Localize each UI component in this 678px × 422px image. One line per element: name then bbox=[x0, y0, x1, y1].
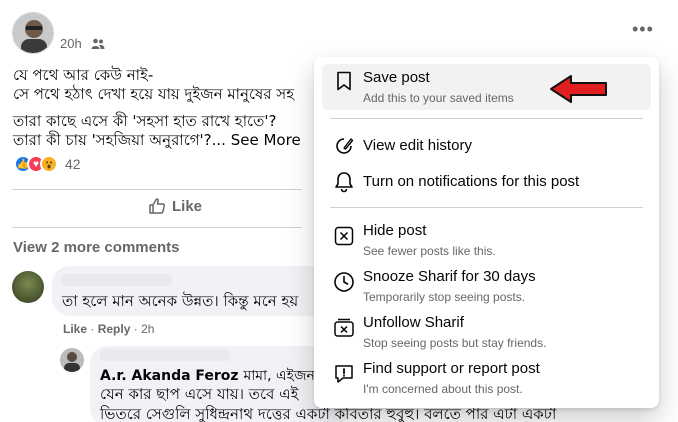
post-line: তারা কাছে এসে কী 'সহসা হাত রাখে হাতে'? bbox=[13, 112, 277, 130]
wow-reaction-icon bbox=[40, 155, 58, 173]
report-flag-icon bbox=[332, 362, 356, 386]
menu-item-title: Snooze Sharif for 30 days bbox=[363, 268, 536, 285]
menu-item-subtitle: Add this to your saved items bbox=[363, 91, 514, 105]
reply-avatar[interactable] bbox=[60, 348, 84, 372]
post-line: তারা কী চায় 'সহজিয়া অনুরাগে'?... See M… bbox=[13, 131, 301, 149]
more-options-icon[interactable]: ••• bbox=[632, 20, 654, 38]
view-more-comments-link[interactable]: View 2 more comments bbox=[13, 239, 179, 256]
post-body: যে পথে আর কেউ নাই- সে পথে হঠাৎ দেখা হয়ে… bbox=[13, 66, 301, 150]
author-avatar[interactable] bbox=[12, 12, 54, 54]
bell-icon bbox=[332, 170, 356, 194]
menu-divider bbox=[330, 118, 643, 119]
menu-item-title: Unfollow Sharif bbox=[363, 314, 464, 331]
thumbs-up-icon bbox=[149, 198, 166, 214]
comment-reply-link[interactable]: Reply bbox=[98, 322, 131, 336]
menu-item-title: Hide post bbox=[363, 222, 427, 239]
menu-item-title: View edit history bbox=[363, 137, 472, 154]
menu-item-subtitle: See fewer posts like this. bbox=[363, 244, 496, 258]
post-line: সে পথে হঠাৎ দেখা হয়ে যায় দুইজন মানুষের… bbox=[13, 85, 295, 103]
comment-time[interactable]: 2h bbox=[141, 322, 154, 336]
facebook-feed-screen: 20h ••• যে পথে আর কেউ নাই- সে পথে হঠাৎ দ… bbox=[0, 0, 678, 422]
reply-meta-redacted bbox=[100, 349, 230, 361]
post-line: যে পথে আর কেউ নাই- bbox=[13, 66, 154, 84]
reactions-summary[interactable]: 👍 ♥ 42 bbox=[14, 155, 81, 173]
post-options-menu: Save post Add this to your saved items V… bbox=[314, 57, 659, 408]
menu-divider bbox=[330, 207, 643, 208]
menu-item-title: Turn on notifications for this post bbox=[363, 173, 580, 190]
menu-item-title: Save post bbox=[363, 69, 430, 86]
menu-item-title: Find support or report post bbox=[363, 360, 540, 377]
hide-box-icon bbox=[332, 224, 356, 248]
menu-item-subtitle: Temporarily stop seeing posts. bbox=[363, 290, 526, 304]
commenter-avatar[interactable] bbox=[12, 271, 44, 303]
menu-item-find-support[interactable]: Find support or report post I'm concerne… bbox=[322, 355, 651, 399]
commenter-name-redacted bbox=[62, 274, 172, 286]
reply-author-name[interactable]: A.r. Akanda Feroz bbox=[100, 368, 239, 384]
divider bbox=[12, 227, 302, 228]
menu-item-subtitle: I'm concerned about this post. bbox=[363, 382, 523, 396]
red-arrow-annotation-icon bbox=[550, 75, 607, 103]
friends-audience-icon[interactable] bbox=[91, 37, 105, 55]
menu-item-unfollow[interactable]: Unfollow Sharif Stop seeing posts but st… bbox=[322, 309, 651, 353]
unfollow-icon bbox=[332, 316, 356, 340]
like-button[interactable]: Like bbox=[148, 197, 202, 215]
menu-item-subtitle: Stop seeing posts but stay friends. bbox=[363, 336, 547, 350]
comment-text: তা হলে মান অনেক উন্নত। কিন্তু মনে হয় bbox=[62, 292, 299, 310]
menu-item-turn-on-notifications[interactable]: Turn on notifications for this post bbox=[322, 165, 651, 199]
edit-history-icon bbox=[332, 134, 356, 158]
like-label: Like bbox=[172, 197, 203, 215]
menu-item-view-edit-history[interactable]: View edit history bbox=[322, 129, 651, 163]
menu-item-hide-post[interactable]: Hide post See fewer posts like this. bbox=[322, 217, 651, 261]
reaction-count: 42 bbox=[65, 156, 81, 172]
menu-item-snooze[interactable]: Snooze Sharif for 30 days Temporarily st… bbox=[322, 263, 651, 307]
see-more-link[interactable]: See More bbox=[231, 131, 301, 149]
post-timestamp[interactable]: 20h bbox=[60, 36, 82, 51]
divider bbox=[12, 189, 302, 190]
comment-actions: Like · Reply · 2h bbox=[63, 322, 155, 336]
clock-icon bbox=[332, 270, 356, 294]
bookmark-icon bbox=[332, 69, 356, 93]
comment-like-link[interactable]: Like bbox=[63, 322, 87, 336]
